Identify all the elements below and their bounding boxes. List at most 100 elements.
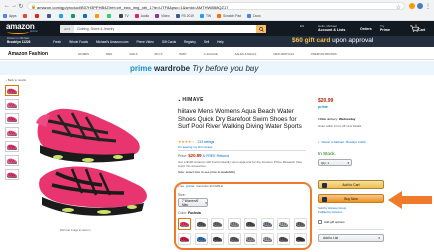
store-category-link[interactable]: BABY — [179, 52, 186, 56]
chevron-down-icon: ▾ — [347, 160, 349, 165]
shoe-thumbnail-icon — [7, 88, 17, 94]
store-category-link[interactable]: WOMEN — [78, 52, 89, 56]
extension-icon[interactable] — [409, 3, 415, 9]
bookmark-item[interactable] — [34, 13, 41, 18]
gift-card-banner[interactable]: $60 gift card upon approval — [292, 37, 432, 46]
try-prime-link[interactable]: Try Prime — [380, 24, 390, 32]
bookmark-favicon-icon — [94, 13, 99, 18]
shoe-thumbnail-icon — [7, 144, 17, 150]
nav-item[interactable]: Help — [217, 40, 224, 44]
language-label: EN — [300, 24, 305, 28]
store-category-link[interactable]: PREMIUM BRANDS — [311, 52, 337, 56]
star-rating-icon[interactable]: ★★★★☆ — [178, 139, 195, 144]
gift-options[interactable]: Add gift options — [318, 220, 345, 224]
shoe-thumbnail-icon — [7, 102, 17, 108]
store-category-link[interactable]: LUGGAGE — [204, 52, 218, 56]
shoe-top — [36, 108, 140, 163]
language-selector[interactable]: EN — [300, 24, 304, 28]
bookmark-item[interactable]: Video — [155, 13, 170, 18]
store-title[interactable]: Amazon Fashion — [8, 51, 48, 57]
profile-avatar[interactable] — [417, 3, 423, 9]
gallery-thumbnail[interactable] — [5, 155, 19, 166]
search-category-dropdown[interactable]: All ▾ — [60, 25, 74, 33]
bookmark-label: Video — [161, 13, 170, 18]
brand-logo[interactable]: ▲HIMAVE — [178, 97, 204, 103]
store-category-link[interactable]: SALES & DEALS — [235, 52, 257, 56]
bookmark-item[interactable] — [70, 13, 77, 18]
reload-icon[interactable]: ↻ — [18, 3, 24, 10]
nav-item[interactable]: Registry — [184, 40, 196, 44]
divider — [178, 150, 306, 151]
order-within: Order within 11 hrs 28 mins Details — [318, 124, 362, 128]
price-line: Price: $20.99 & FREE Returns — [178, 153, 229, 158]
price-value: $20.99 — [188, 153, 202, 158]
nav-item[interactable]: Gift Cards — [162, 40, 176, 44]
bookmark-item[interactable]: Docs — [247, 13, 261, 18]
gallery-thumbnail[interactable] — [5, 141, 19, 152]
bookmark-item[interactable]: TV — [118, 13, 129, 18]
bookmark-item[interactable] — [58, 13, 65, 18]
store-category-link[interactable]: BOYS — [155, 52, 163, 56]
url-text[interactable]: amazon.com/gp/product/B07H3PPHB4Z/ref=cr… — [37, 5, 367, 10]
store-category-link[interactable]: MEN — [106, 52, 112, 56]
gift-checkbox[interactable] — [318, 220, 322, 224]
bookmark-item[interactable] — [106, 13, 113, 18]
review-link[interactable]: I'm leaving my first review — [178, 145, 212, 149]
add-to-list-button[interactable]: Add to List ▾ — [318, 234, 384, 242]
nav-item[interactable]: Prime Video — [136, 40, 153, 44]
address-bar[interactable]: 🔒 amazon.com/gp/product/B07H3PPHB4Z/ref=… — [27, 2, 405, 11]
gallery-thumbnail[interactable] — [5, 99, 19, 110]
add-to-cart-button[interactable]: Add to Cart — [318, 180, 384, 189]
play-icon — [322, 196, 327, 202]
bookmark-favicon-icon — [46, 13, 51, 18]
bookmark-item[interactable]: Apps — [3, 13, 17, 18]
store-category-link[interactable]: GIRLS — [129, 52, 137, 56]
buy-now-button[interactable]: Buy Now — [318, 194, 384, 203]
gallery-thumbnail[interactable] — [5, 127, 19, 138]
search-bar: All ▾ — [60, 25, 266, 33]
bookmark-item[interactable] — [46, 13, 53, 18]
nav-item[interactable]: Sell — [204, 40, 209, 44]
forward-icon[interactable]: → — [11, 3, 17, 9]
free-returns-link[interactable]: & FREE Returns — [202, 154, 230, 158]
breadcrumb[interactable]: ‹ Back to results — [6, 78, 26, 82]
bookmark-item[interactable] — [22, 13, 29, 18]
nav-item[interactable]: Michael's Amazon.com — [96, 40, 129, 44]
quantity-dropdown[interactable]: Qty: 1 ▾ — [318, 159, 352, 166]
deliver-to[interactable]: Deliver to Michael Brooklyn 11226 — [7, 36, 30, 44]
add-to-list-label: Add to List — [323, 236, 339, 240]
cart-button[interactable]: 0 Cart — [410, 23, 430, 33]
menu-icon[interactable]: ⋮ — [425, 3, 431, 10]
bookmark-star-icon[interactable]: ☆ — [396, 4, 401, 11]
search-button[interactable] — [256, 25, 266, 33]
bookmark-item[interactable]: TW — [200, 13, 212, 18]
prime-wardrobe-banner[interactable]: prime wardrobe Try before you buy › — [0, 61, 434, 75]
deliver-to-link[interactable]: ⌖ Deliver to Michael - Brooklyn 11226 — [318, 140, 378, 145]
free-delivery: FREE delivery: Wednesday — [318, 117, 378, 121]
bookmark-favicon-icon — [106, 13, 111, 18]
product-image[interactable] — [28, 93, 154, 228]
fulfilled-link[interactable]: Fulfilled by Amazon — [318, 210, 342, 214]
amazon-smile-icon — [7, 30, 29, 34]
orders-link[interactable]: Orders — [360, 27, 372, 31]
bookmark-label: Scratch Pad — [223, 13, 242, 18]
bookmark-favicon-icon — [155, 13, 160, 18]
bookmark-item[interactable] — [94, 13, 101, 18]
store-category-link[interactable]: NEW ARRIVALS — [273, 52, 294, 56]
gallery-thumbnail[interactable] — [5, 169, 19, 180]
ratings-count[interactable]: 213 ratings — [197, 140, 214, 144]
nav-item[interactable]: Whole Foods — [69, 40, 88, 44]
nav-item[interactable]: Fresh — [53, 40, 61, 44]
back-icon[interactable]: ← — [4, 3, 10, 9]
bookmark-item[interactable]: FB 2019 — [175, 13, 194, 18]
bookmark-item[interactable]: Scratch Pad — [217, 13, 242, 18]
gallery-thumbnail[interactable] — [5, 113, 19, 124]
search-input[interactable] — [74, 25, 256, 33]
bookmark-favicon-icon — [118, 13, 123, 18]
bookmark-label: TW — [206, 13, 212, 18]
amazon-header: amazon prime All ▾ EN Hello, MichaelAcco… — [0, 21, 434, 36]
bookmark-item[interactable] — [82, 13, 89, 18]
gallery-thumbnail[interactable] — [5, 85, 19, 96]
account-lists[interactable]: Hello, Michael Account & Lists — [318, 24, 345, 32]
bookmark-item[interactable]: Audio — [134, 13, 149, 18]
